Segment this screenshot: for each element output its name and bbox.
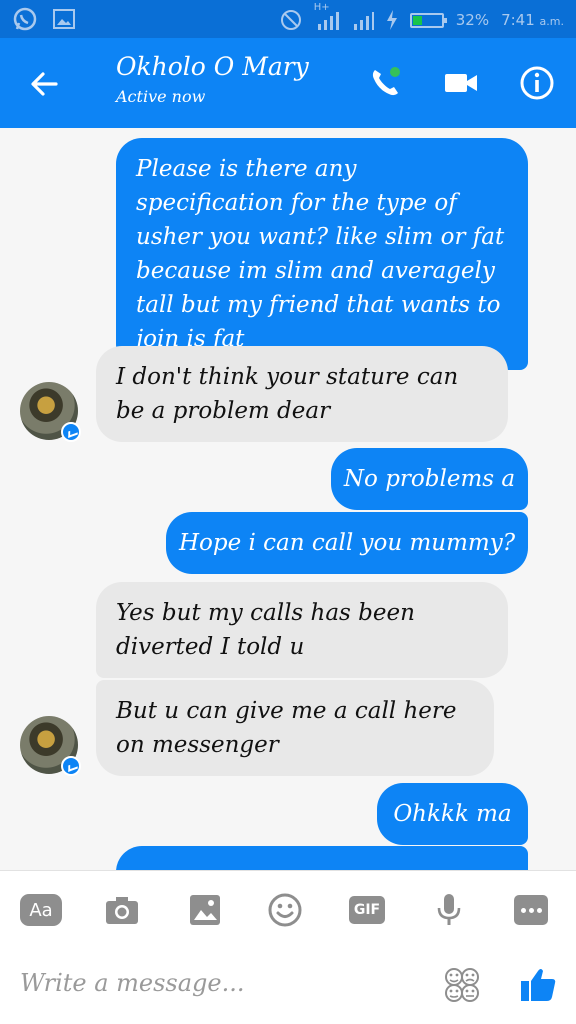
messenger-badge-icon [61,422,81,442]
message-bubble-incoming[interactable]: I don't think your stature can be a prob… [96,346,508,442]
contact-status: Active now [116,87,206,106]
stickers-button[interactable] [440,963,484,1007]
message-bubble-outgoing-partial[interactable] [116,846,528,870]
more-options-button[interactable] [512,891,550,929]
message-bubble-outgoing[interactable]: Please is there any specification for th… [116,138,528,370]
network-type-label: H+ [313,2,330,13]
gallery-button[interactable] [186,891,224,929]
aa-label: Aa [20,894,62,926]
gif-label: GIF [349,896,385,924]
clock-time: 7:41 [501,11,535,29]
video-camera-icon [445,74,477,92]
battery-icon [409,12,447,28]
message-bubble-outgoing[interactable]: No problems a [331,448,528,510]
info-button[interactable] [518,64,556,102]
voice-call-button[interactable] [366,64,404,102]
message-bubble-incoming[interactable]: Yes but my calls has been diverted I tol… [96,582,508,678]
messenger-badge-icon [61,756,81,776]
conversation-header: Okholo O Mary Active now [0,38,576,128]
thumbs-up-icon [521,969,556,1001]
gif-button[interactable]: GIF [348,891,386,929]
whatsapp-icon [12,6,38,32]
camera-icon [106,897,138,924]
back-arrow-icon [31,72,58,96]
contact-avatar[interactable] [20,716,81,776]
clock: 7:41 a.m. [501,11,564,29]
voice-message-button[interactable] [430,891,468,929]
phone-icon [372,67,400,96]
emoji-faces-icon [445,968,479,1002]
video-call-button[interactable] [442,64,480,102]
status-bar: H+ 32% 7:41 a.m. [0,0,576,38]
message-bubble-outgoing[interactable]: Hope i can call you mummy? [166,512,528,574]
status-right-icons: H+ 32% 7:41 a.m. [280,2,564,31]
contact-name: Okholo O Mary [116,52,309,81]
emoji-button[interactable] [266,891,304,929]
battery-percent: 32% [455,11,490,29]
more-icon [514,895,548,925]
smiley-icon [268,893,302,927]
camera-button[interactable] [103,891,141,929]
gallery-icon [52,6,76,32]
composer: Aa GIF [0,870,576,1024]
microphone-icon [437,894,461,925]
message-input[interactable] [20,969,400,997]
charging-icon [386,10,398,30]
message-bubble-outgoing[interactable]: Ohkkk ma [377,783,528,845]
status-left-icons [12,6,76,32]
back-button[interactable] [26,66,62,102]
message-thread[interactable]: Please is there any specification for th… [0,128,576,870]
image-icon [190,895,220,925]
contact-avatar[interactable] [20,382,81,442]
clock-ampm: a.m. [539,15,564,28]
info-icon [520,66,554,100]
do-not-disturb-icon [280,9,302,31]
contact-info[interactable]: Okholo O Mary Active now [116,52,309,106]
signal-icon-2 [352,10,374,30]
message-bubble-incoming[interactable]: But u can give me a call here on messeng… [96,680,494,776]
like-button[interactable] [516,963,560,1007]
text-format-button[interactable]: Aa [18,891,64,929]
signal-icon-1: H+ [314,2,340,30]
